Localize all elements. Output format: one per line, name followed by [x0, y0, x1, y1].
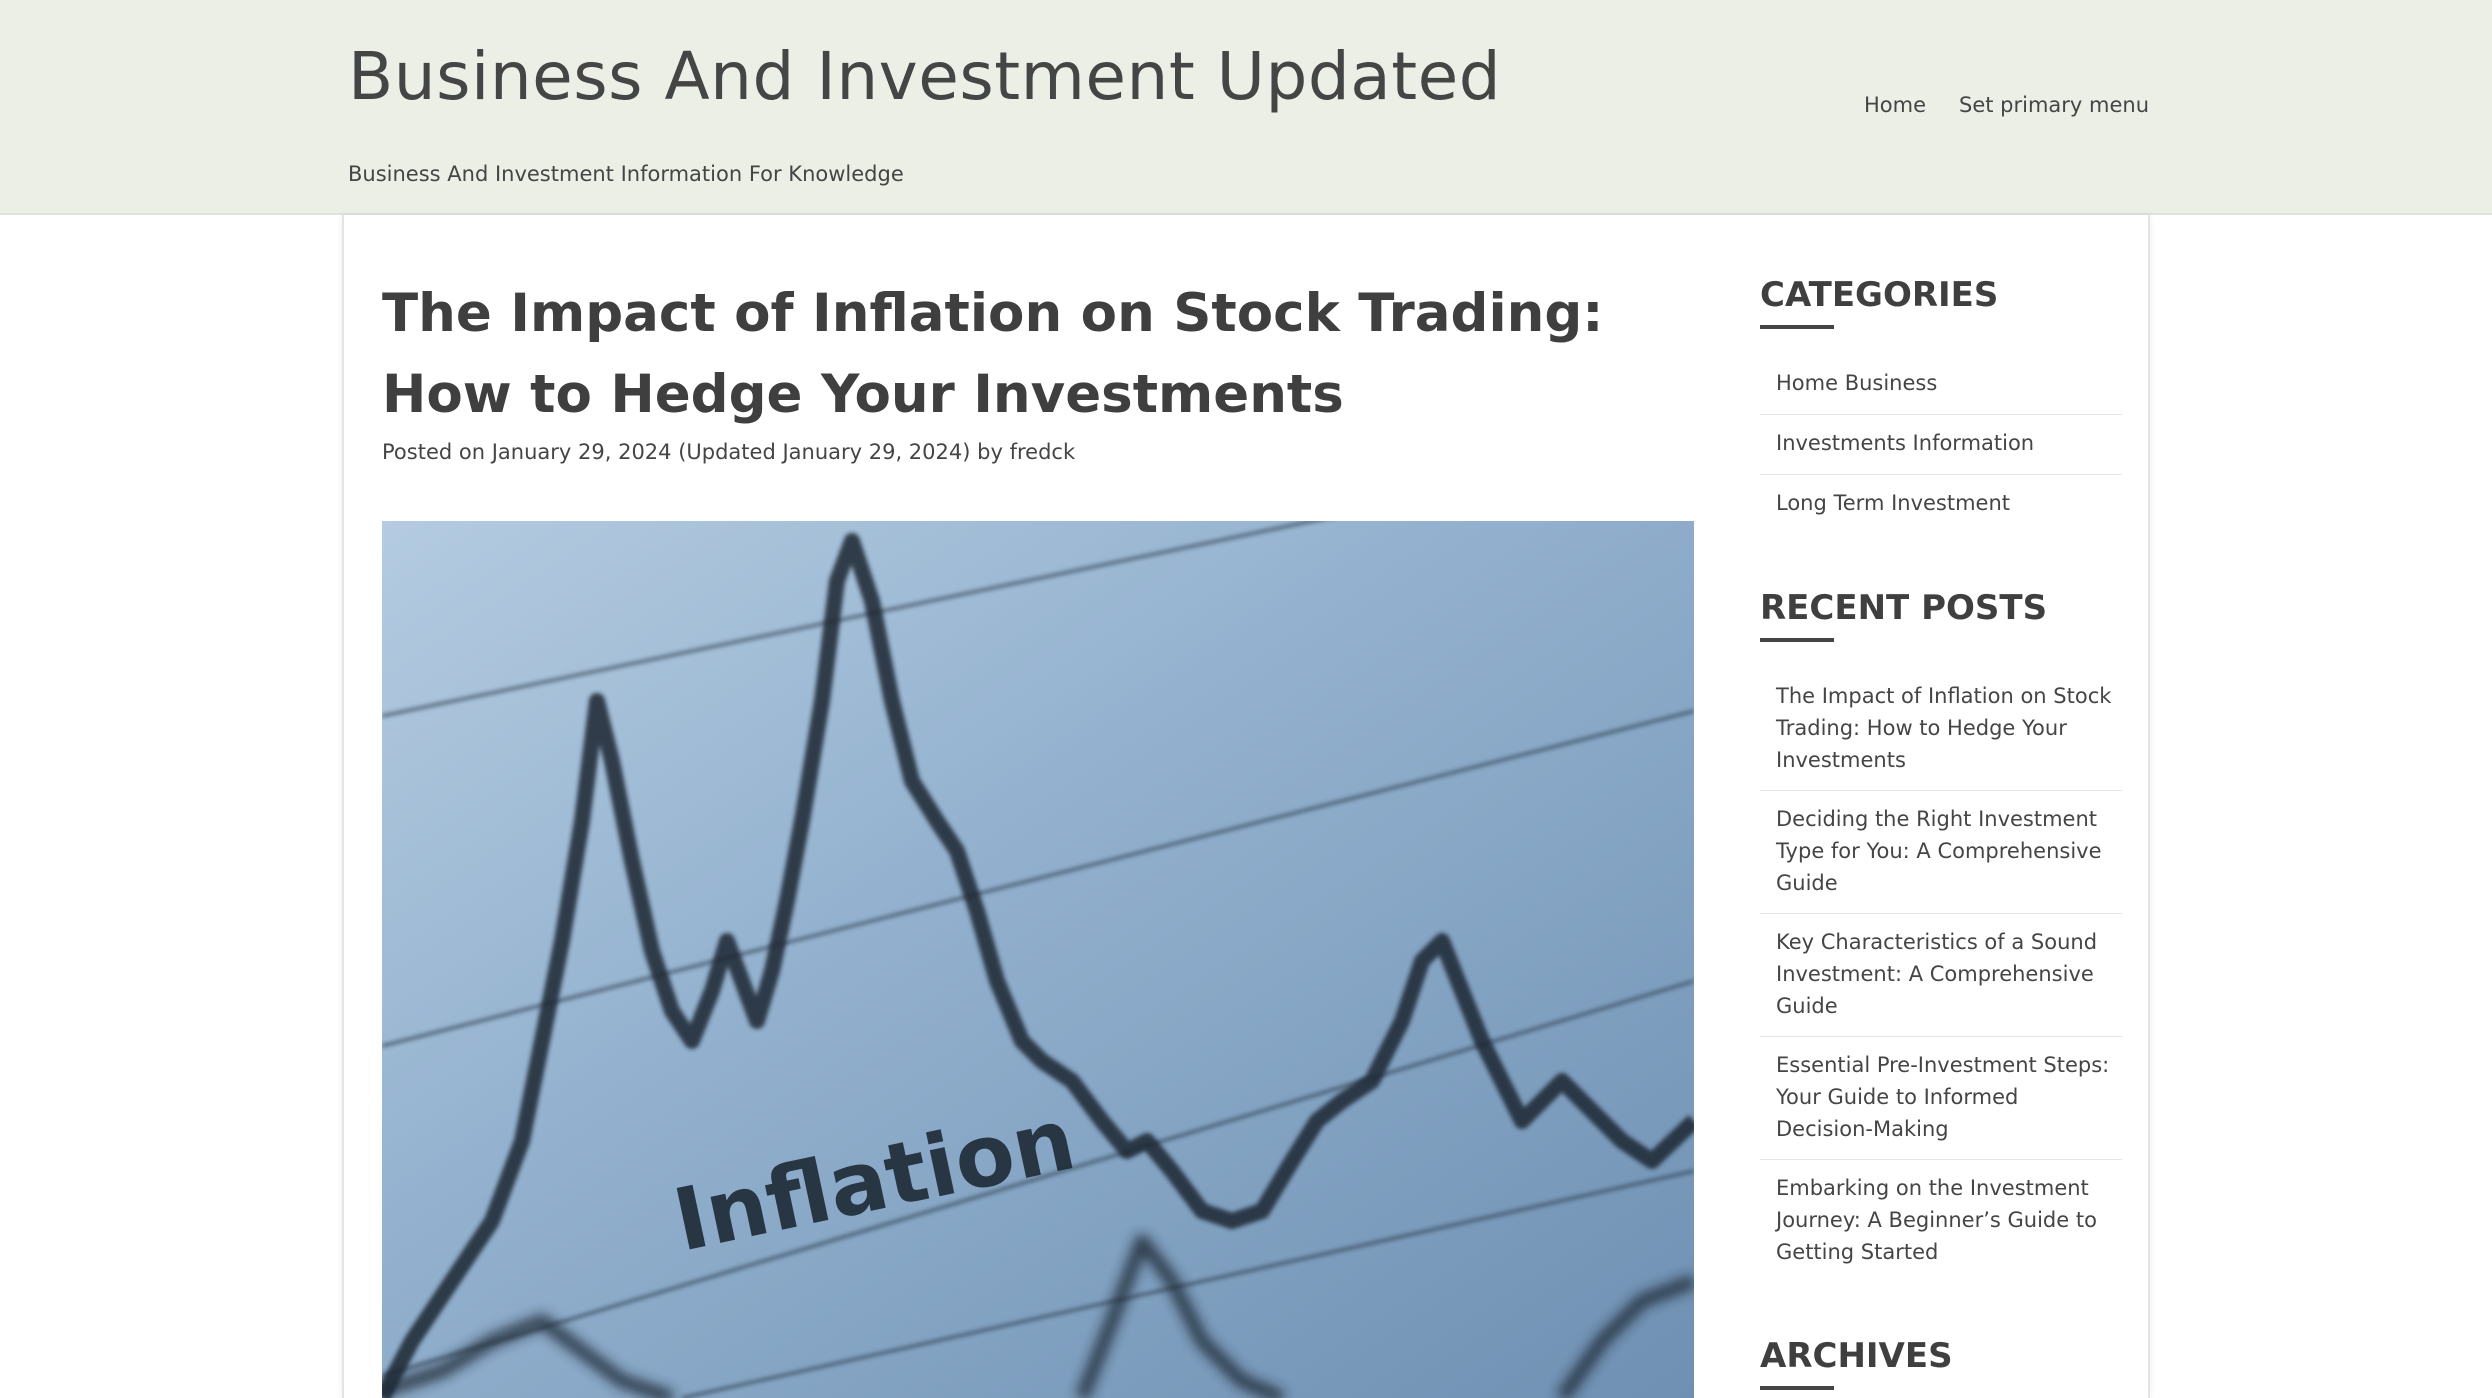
- categories-list: Home Business Investments Information Lo…: [1760, 355, 2122, 534]
- nav-item-set-primary-menu[interactable]: Set primary menu: [1959, 93, 2149, 117]
- archives-title: ARCHIVES: [1760, 1336, 2122, 1390]
- recent-post-item[interactable]: Essential Pre-Investment Steps: Your Gui…: [1760, 1037, 2122, 1160]
- categories-title: CATEGORIES: [1760, 275, 2122, 329]
- recent-post-item[interactable]: Deciding the Right Investment Type for Y…: [1760, 791, 2122, 914]
- meta-author[interactable]: fredck: [1010, 440, 1076, 464]
- inflation-chart-illustration: Inflation: [382, 521, 1694, 1398]
- archives-widget: ARCHIVES: [1760, 1336, 2122, 1390]
- site-title[interactable]: Business And Investment Updated: [348, 38, 1501, 115]
- article-meta: Posted on January 29, 2024 (Updated Janu…: [382, 440, 1075, 464]
- category-item[interactable]: Long Term Investment: [1760, 475, 2122, 534]
- recent-post-item[interactable]: The Impact of Inflation on Stock Trading…: [1760, 668, 2122, 791]
- meta-prefix: Posted on: [382, 440, 486, 464]
- primary-nav: Home Set primary menu: [1864, 93, 2149, 117]
- recent-posts-title: RECENT POSTS: [1760, 588, 2122, 642]
- recent-post-item[interactable]: Key Characteristics of a Sound Investmen…: [1760, 914, 2122, 1037]
- meta-date[interactable]: January 29, 2024 (Updated January 29, 20…: [492, 440, 971, 464]
- sidebar: CATEGORIES Home Business Investments Inf…: [1760, 275, 2122, 1398]
- meta-by: by: [977, 440, 1003, 464]
- category-item[interactable]: Home Business: [1760, 355, 2122, 415]
- content-container: The Impact of Inflation on Stock Trading…: [342, 215, 2150, 1398]
- nav-item-home[interactable]: Home: [1864, 93, 1926, 117]
- site-header: Business And Investment Updated Business…: [0, 0, 2492, 215]
- recent-post-item[interactable]: Embarking on the Investment Journey: A B…: [1760, 1160, 2122, 1282]
- recent-posts-list: The Impact of Inflation on Stock Trading…: [1760, 668, 2122, 1282]
- category-item[interactable]: Investments Information: [1760, 415, 2122, 475]
- featured-image: Inflation: [382, 521, 1694, 1398]
- recent-posts-widget: RECENT POSTS The Impact of Inflation on …: [1760, 588, 2122, 1282]
- categories-widget: CATEGORIES Home Business Investments Inf…: [1760, 275, 2122, 534]
- article-title: The Impact of Inflation on Stock Trading…: [382, 283, 1604, 425]
- site-description: Business And Investment Information For …: [348, 162, 904, 186]
